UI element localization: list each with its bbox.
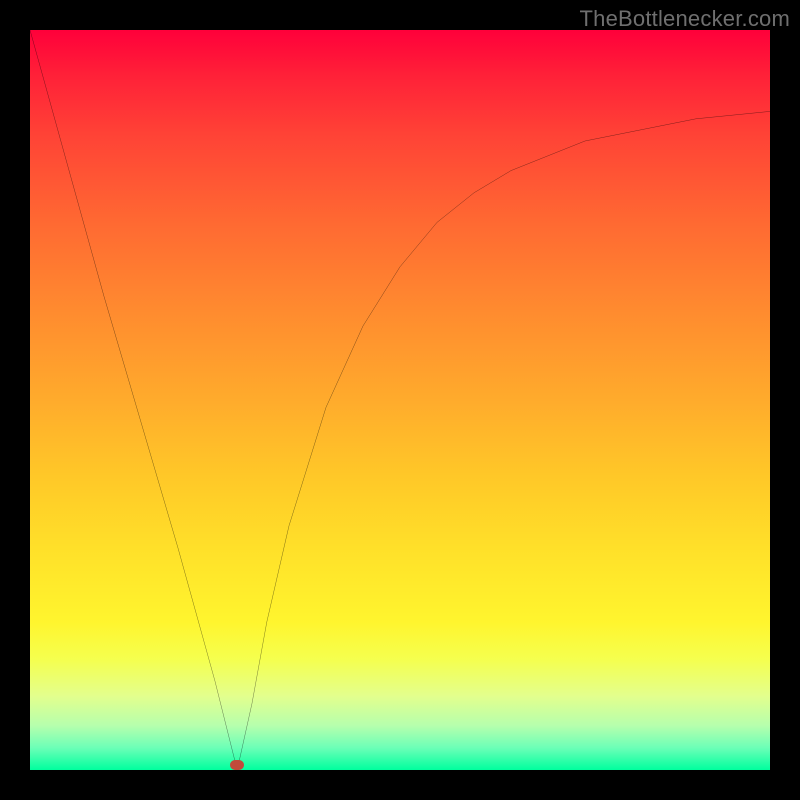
attribution-label: TheBottlenecker.com xyxy=(580,6,790,32)
plot-area xyxy=(30,30,770,770)
bottleneck-curve xyxy=(30,30,770,770)
curve-path xyxy=(30,30,770,770)
minimum-marker xyxy=(230,760,244,770)
chart-frame: TheBottlenecker.com xyxy=(0,0,800,800)
